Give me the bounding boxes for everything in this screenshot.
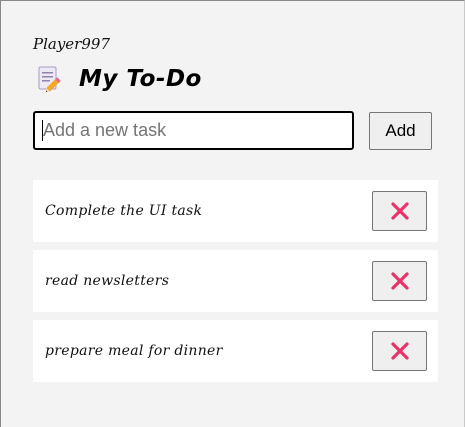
task-item: Complete the UI task bbox=[33, 180, 438, 242]
new-task-input[interactable] bbox=[33, 111, 354, 150]
cross-mark-icon bbox=[390, 272, 409, 290]
task-list: Complete the UI task read newsletters pr… bbox=[33, 180, 438, 390]
add-task-button[interactable]: Add bbox=[369, 112, 432, 150]
todo-app: Player997 My To-Do Add Complete the UI t… bbox=[0, 0, 465, 427]
delete-task-button[interactable] bbox=[372, 261, 427, 301]
task-label: read newsletters bbox=[45, 273, 170, 289]
task-label: Complete the UI task bbox=[45, 203, 203, 219]
delete-task-button[interactable] bbox=[372, 191, 427, 231]
cross-mark-icon bbox=[390, 202, 409, 220]
text-caret bbox=[42, 120, 43, 141]
task-item: prepare meal for dinner bbox=[33, 320, 438, 382]
cross-mark-icon bbox=[390, 342, 409, 360]
title-row: My To-Do bbox=[37, 63, 202, 95]
username-label: Player997 bbox=[33, 35, 110, 53]
page-title: My To-Do bbox=[79, 66, 202, 92]
task-label: prepare meal for dinner bbox=[45, 343, 223, 359]
task-item: read newsletters bbox=[33, 250, 438, 312]
delete-task-button[interactable] bbox=[372, 331, 427, 371]
memo-icon bbox=[37, 65, 63, 93]
